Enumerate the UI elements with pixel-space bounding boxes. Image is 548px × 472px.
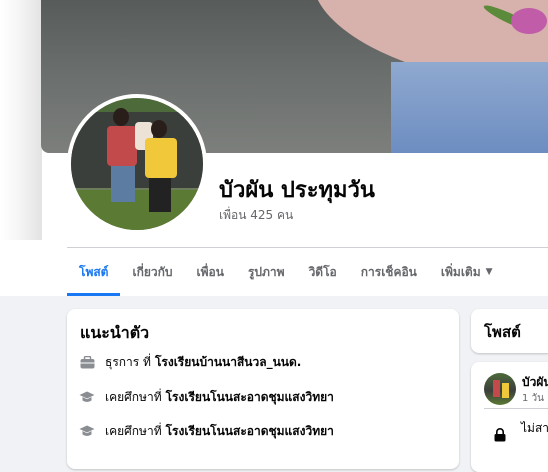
post-timestamp[interactable]: 1 วัน · xyxy=(522,391,548,406)
post-author-name[interactable]: บัวผัน xyxy=(522,373,548,392)
post-text: ไม่สา xyxy=(521,421,548,435)
intro-work-item: ธุรการ ที่ โรงเรียนบ้านนาสีนวล_นนด. xyxy=(79,353,305,372)
tab-posts[interactable]: โพสต์ xyxy=(67,248,121,296)
tab-label: เพิ่มเติม xyxy=(440,264,481,279)
profile-name: บัวผัน ประทุมวัน xyxy=(219,178,375,203)
tab-label: โพสต์ xyxy=(79,264,109,279)
posts-title: โพสต์ xyxy=(484,323,521,341)
tab-label: การเช็คอิน xyxy=(360,264,417,279)
tab-label: รูปภาพ xyxy=(247,264,285,279)
tab-friends[interactable]: เพื่อน xyxy=(185,248,236,296)
tab-label: วิดีโอ xyxy=(308,264,337,279)
post-card: บัวผัน 1 วัน · ไม่สา xyxy=(471,362,548,472)
graduation-cap-icon xyxy=(79,391,95,405)
tab-label: เกี่ยวกับ xyxy=(132,264,173,279)
tab-check-ins[interactable]: การเช็คอิน xyxy=(349,248,429,296)
intro-education-item: เคยศึกษาที่ โรงเรียนโนนสะอาดชุมแสงวิทยา xyxy=(79,388,338,407)
intro-education-place[interactable]: โรงเรียนโนนสะอาดชุมแสงวิทยา xyxy=(166,422,334,441)
intro-title: แนะนำตัว xyxy=(80,323,150,342)
profile-header: บัวผัน ประทุมวัน เพื่อน 425 คน โพสต์ เกี… xyxy=(0,0,548,296)
profile-tabs: โพสต์ เกี่ยวกับ เพื่อน รูปภาพ วิดีโอ การ… xyxy=(67,248,505,296)
graduation-cap-icon xyxy=(79,425,95,439)
intro-work-place[interactable]: โรงเรียนบ้านนาสีนวล_นนด. xyxy=(155,353,301,372)
profile-picture[interactable] xyxy=(67,94,207,234)
tab-videos[interactable]: วิดีโอ xyxy=(297,248,349,296)
tab-more[interactable]: เพิ่มเติม ▼ xyxy=(429,248,505,296)
lock-icon xyxy=(494,427,506,446)
posts-header-card: โพสต์ xyxy=(471,309,548,353)
intro-education-place[interactable]: โรงเรียนโนนสะอาดชุมแสงวิทยา xyxy=(166,388,334,407)
intro-education-prefix: เคยศึกษาที่ xyxy=(105,424,162,438)
intro-work-prefix: ธุรการ ที่ xyxy=(105,355,151,369)
caret-down-icon: ▼ xyxy=(485,267,493,277)
briefcase-icon xyxy=(79,356,95,370)
left-edge-fade xyxy=(0,0,42,240)
intro-education-prefix: เคยศึกษาที่ xyxy=(105,390,162,404)
tab-photos[interactable]: รูปภาพ xyxy=(236,248,297,296)
avatar[interactable] xyxy=(71,98,203,230)
tab-label: เพื่อน xyxy=(196,264,224,279)
intro-card: แนะนำตัว ธุรการ ที่ โรงเรียนบ้านนาสีนวล_… xyxy=(67,309,459,469)
friends-count[interactable]: เพื่อน 425 คน xyxy=(219,206,293,225)
tab-about[interactable]: เกี่ยวกับ xyxy=(120,248,184,296)
post-author-avatar[interactable] xyxy=(484,373,516,405)
intro-education-item: เคยศึกษาที่ โรงเรียนโนนสะอาดชุมแสงวิทยา xyxy=(79,422,338,441)
post-divider xyxy=(484,408,548,409)
